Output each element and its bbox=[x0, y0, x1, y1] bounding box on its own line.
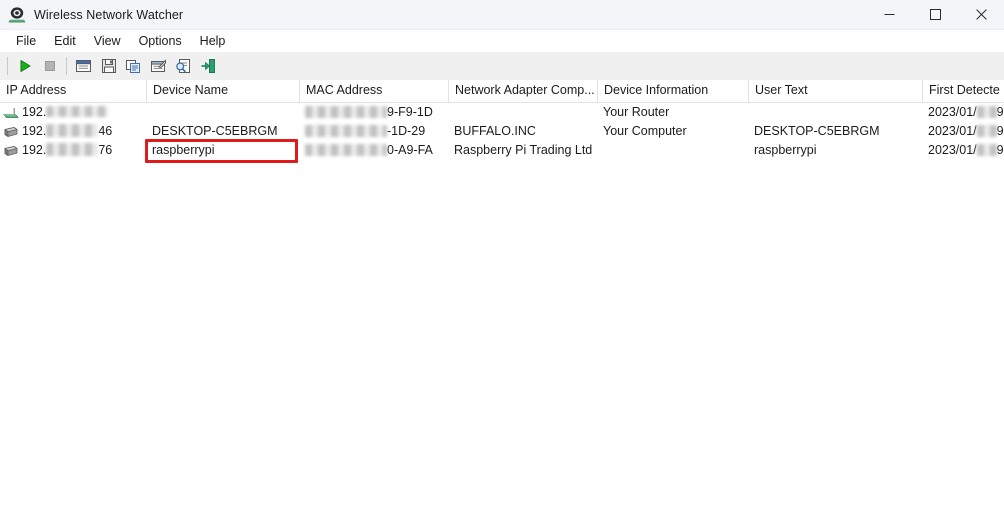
webcam-icon bbox=[7, 6, 27, 24]
menu-item-edit[interactable]: Edit bbox=[45, 32, 85, 51]
list-header: IP Address Device Name MAC Address Netwo… bbox=[0, 80, 1004, 103]
cell-mac-address: 0-A9-FA bbox=[299, 141, 448, 160]
cell-mac-address: 9-F9-1D bbox=[299, 103, 448, 122]
close-icon bbox=[975, 9, 987, 20]
date-suffix: 9 bbox=[996, 105, 1004, 119]
ip-prefix: 192. bbox=[22, 124, 47, 138]
column-header-device-info[interactable]: Device Information bbox=[597, 80, 748, 102]
ip-prefix: 192. bbox=[22, 143, 47, 157]
find-icon bbox=[176, 59, 190, 73]
mac-suffix: 0-A9-FA bbox=[387, 143, 433, 157]
column-header-mac-address[interactable]: MAC Address bbox=[299, 80, 448, 102]
cell-device-name: raspberrypi bbox=[152, 143, 215, 157]
cell-first-detected: 2023/01/9 bbox=[922, 103, 1004, 122]
stop-scanning-button[interactable] bbox=[37, 54, 62, 78]
column-header-device-name[interactable]: Device Name bbox=[146, 80, 299, 102]
column-header-network-adapter[interactable]: Network Adapter Comp... bbox=[448, 80, 597, 102]
redacted-date-block bbox=[976, 124, 997, 137]
cell-ip-address: 192. 46 bbox=[0, 122, 146, 141]
minimize-icon bbox=[884, 14, 894, 15]
cell-device-information bbox=[597, 141, 748, 160]
ip-prefix: 192. bbox=[22, 105, 47, 119]
redacted-ip-block bbox=[46, 106, 109, 118]
cell-network-adapter: BUFFALO.INC bbox=[454, 124, 536, 138]
table-row[interactable]: 192. 46 DESKTOP-C5EBRGM -1D-29 BUFFALO.IN… bbox=[0, 122, 1004, 141]
cell-device-information: Your Router bbox=[603, 105, 670, 119]
maximize-icon bbox=[929, 9, 941, 20]
play-icon bbox=[20, 60, 30, 72]
find-button[interactable] bbox=[171, 54, 196, 78]
menu-bar: File Edit View Options Help bbox=[0, 30, 1004, 52]
exit-door-icon bbox=[201, 59, 215, 73]
date-suffix: 9 bbox=[996, 124, 1004, 138]
stop-icon bbox=[44, 61, 55, 71]
properties-button[interactable] bbox=[146, 54, 171, 78]
title-bar: Wireless Network Watcher bbox=[0, 0, 1004, 30]
maximize-button[interactable] bbox=[912, 0, 958, 29]
toolbar-separator bbox=[7, 57, 8, 75]
column-header-ip-address[interactable]: IP Address bbox=[0, 80, 146, 102]
ip-suffix: 76 bbox=[98, 143, 113, 157]
table-row[interactable]: 192. 9-F9-1D Your Router 2023/01/9 bbox=[0, 103, 1004, 122]
mac-suffix: -1D-29 bbox=[387, 124, 426, 138]
cell-device-name bbox=[146, 103, 299, 122]
redacted-mac-block bbox=[305, 124, 387, 137]
redacted-date-block bbox=[976, 105, 997, 118]
cell-device-information: Your Computer bbox=[603, 124, 687, 138]
date-prefix: 2023/01/ bbox=[928, 143, 977, 157]
minimize-button[interactable] bbox=[866, 0, 912, 29]
properties-icon bbox=[151, 59, 166, 72]
cell-first-detected: 2023/01/9 bbox=[922, 141, 1004, 160]
redacted-ip-block bbox=[46, 124, 99, 138]
cell-mac-address: -1D-29 bbox=[299, 122, 448, 141]
date-prefix: 2023/01/ bbox=[928, 124, 977, 138]
copy-button[interactable] bbox=[121, 54, 146, 78]
redacted-ip-block bbox=[46, 143, 99, 157]
cell-network-adapter: Raspberry Pi Trading Ltd bbox=[454, 143, 593, 157]
cell-first-detected: 2023/01/9 bbox=[922, 122, 1004, 141]
save-button[interactable] bbox=[96, 54, 121, 78]
toolbar-separator bbox=[66, 57, 67, 75]
list-body: 192. 9-F9-1D Your Router 2023/01/9 192. … bbox=[0, 103, 1004, 160]
cell-network-adapter bbox=[448, 103, 597, 122]
ip-suffix: 46 bbox=[98, 124, 113, 138]
redacted-date-block bbox=[976, 143, 997, 156]
window-title: Wireless Network Watcher bbox=[34, 7, 184, 22]
menu-item-options[interactable]: Options bbox=[130, 32, 191, 51]
redacted-mac-block bbox=[305, 105, 387, 118]
table-row[interactable]: 192. 76 raspberrypi 0-A9-FA Raspberry Pi … bbox=[0, 141, 1004, 160]
device-list-view[interactable]: IP Address Device Name MAC Address Netwo… bbox=[0, 80, 1004, 509]
start-scanning-button[interactable] bbox=[12, 54, 37, 78]
cell-device-name: DESKTOP-C5EBRGM bbox=[152, 124, 278, 138]
report-window-icon bbox=[76, 60, 91, 72]
date-suffix: 9 bbox=[996, 143, 1004, 157]
copy-icon bbox=[126, 60, 140, 73]
window-controls bbox=[866, 0, 1004, 29]
html-report-button[interactable] bbox=[71, 54, 96, 78]
column-header-first-detected[interactable]: First Detecte bbox=[922, 80, 1004, 102]
cell-user-text: DESKTOP-C5EBRGM bbox=[754, 124, 880, 138]
cell-ip-address: 192. 76 bbox=[0, 141, 146, 160]
floppy-disk-icon bbox=[101, 59, 116, 73]
date-prefix: 2023/01/ bbox=[928, 105, 977, 119]
mac-suffix: 9-F9-1D bbox=[387, 105, 433, 119]
cell-user-text: raspberrypi bbox=[754, 143, 817, 157]
menu-item-view[interactable]: View bbox=[85, 32, 130, 51]
column-header-user-text[interactable]: User Text bbox=[748, 80, 922, 102]
toolbar bbox=[0, 52, 1004, 81]
wireless-network-watcher-window: Wireless Network Watcher File Edit View … bbox=[0, 0, 1004, 509]
cell-ip-address: 192. bbox=[0, 103, 146, 122]
menu-item-help[interactable]: Help bbox=[191, 32, 235, 51]
exit-button[interactable] bbox=[196, 54, 221, 78]
close-button[interactable] bbox=[958, 0, 1004, 29]
menu-item-file[interactable]: File bbox=[7, 32, 45, 51]
redacted-mac-block bbox=[305, 143, 387, 156]
cell-user-text bbox=[748, 103, 922, 122]
